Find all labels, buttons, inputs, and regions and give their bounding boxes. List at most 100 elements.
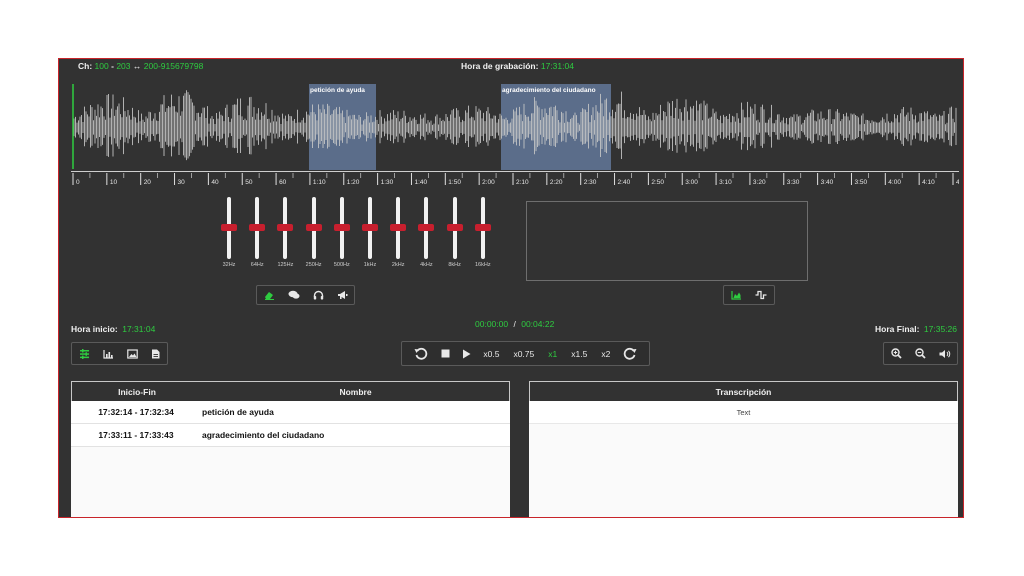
zoom-volume-toolbar	[883, 342, 958, 365]
forward-icon[interactable]	[623, 347, 637, 361]
image-icon[interactable]	[127, 348, 138, 359]
segment-range: 17:32:14 - 17:32:34	[98, 407, 174, 417]
column-header-name: Nombre	[339, 386, 372, 397]
channel-to: 200-915679798	[143, 61, 204, 71]
transcription-header: Transcripción	[529, 381, 958, 401]
rewind-icon[interactable]	[414, 347, 428, 361]
table-row[interactable]: 17:33:11 - 17:33:43 agradecimiento del ci…	[71, 424, 510, 447]
eq-slider[interactable]	[249, 197, 266, 259]
ruler-tick-label: 4:10	[922, 179, 935, 186]
speed-option[interactable]: x2	[601, 349, 610, 359]
ruler-tick-label: 4:00	[888, 179, 901, 186]
eq-slider-knob[interactable]	[446, 224, 463, 231]
view-toolbar	[71, 342, 168, 365]
eq-slider[interactable]	[446, 197, 463, 259]
transcription-text[interactable]: Text	[529, 401, 958, 424]
channel-ext: 203	[116, 61, 131, 71]
eq-slider-knob[interactable]	[277, 224, 294, 231]
eq-slider[interactable]	[277, 197, 294, 259]
ruler-tick-label: 3:30	[787, 179, 800, 186]
ruler-tick-label: 2:30	[584, 179, 597, 186]
ruler-tick-label: 1:30	[381, 179, 394, 186]
eq-band-label: 4kHz	[420, 262, 433, 268]
ruler-tick-label: 3:40	[821, 179, 834, 186]
time-ruler: 0 10 20 30 40 50 60 1:10 1:20 1:30 1:40 1:50 2:00 2:1…	[71, 171, 959, 186]
bar-chart-icon[interactable]	[103, 349, 114, 359]
ruler-tick-label: 60	[279, 179, 287, 186]
segments-table-header: Inicio-Fin Nombre	[71, 381, 510, 401]
channel-info: Ch: 100 - 203 ↔ 200-915679798	[78, 61, 203, 71]
eq-band-label: 32Hz	[222, 262, 236, 268]
ruler-tick-label: 3:10	[719, 179, 732, 186]
ruler-tick-label: 10	[110, 179, 118, 186]
ruler-tick-label: 3:20	[753, 179, 766, 186]
segments-table: Inicio-Fin Nombre 17:32:14 - 17:32:34 pet…	[71, 381, 510, 517]
end-time-label: Hora Final:	[875, 324, 920, 334]
segment-name: agradecimiento del ciudadano	[202, 430, 325, 440]
spectrum-display	[526, 201, 808, 281]
eq-slider-knob[interactable]	[249, 224, 266, 231]
eq-band-label: 1kHz	[363, 262, 377, 268]
speed-option[interactable]: x0.5	[483, 349, 499, 359]
area-chart-icon[interactable]	[731, 290, 742, 300]
ruler-tick-label: 1:10	[313, 179, 326, 186]
ruler-tick-label: 2:20	[550, 179, 563, 186]
start-time-value: 17:31:04	[122, 324, 156, 334]
current-time: 00:00:00	[475, 319, 509, 329]
speed-option[interactable]: x1.5	[571, 349, 587, 359]
ruler-tick-label: 30	[178, 179, 186, 186]
speed-option[interactable]: x0.75	[513, 349, 534, 359]
spectrum-toolbar	[723, 285, 775, 305]
ruler-tick-label: 1:40	[414, 179, 427, 186]
volume-icon[interactable]	[939, 349, 951, 359]
channel-from: 100	[94, 61, 109, 71]
transcription-panel: Transcripción Text	[529, 381, 958, 517]
eq-band-label: 250Hz	[305, 262, 322, 268]
ruler-tick-label: 3:50	[854, 179, 867, 186]
comments-icon[interactable]	[288, 290, 300, 300]
ruler-tick-label: 3:00	[685, 179, 698, 186]
ruler-tick-label: 50	[245, 179, 253, 186]
file-icon[interactable]	[151, 349, 160, 359]
headphones-icon[interactable]	[313, 290, 324, 300]
eq-slider[interactable]	[418, 197, 435, 259]
channel-dash: -	[111, 61, 114, 71]
eq-slider[interactable]	[305, 197, 322, 259]
ruler-tick-label: 4	[956, 179, 959, 186]
total-time: 00:04:22	[521, 319, 555, 329]
zoom-in-icon[interactable]	[890, 348, 902, 359]
ruler-tick-label: 20	[144, 179, 152, 186]
start-time-label: Hora inicio:	[71, 324, 118, 334]
end-time: Hora Final: 17:35:26	[875, 319, 957, 337]
eq-band-label: 2kHz	[391, 262, 405, 268]
eq-slider[interactable]	[390, 197, 407, 259]
eq-slider-knob[interactable]	[418, 224, 435, 231]
eq-slider[interactable]	[362, 197, 378, 259]
ruler-tick-label: 1:20	[347, 179, 360, 186]
eq-slider-knob[interactable]	[221, 224, 237, 231]
eq-slider-knob[interactable]	[390, 224, 407, 231]
waveform[interactable]: petición de ayuda agradecimiento del ciu…	[71, 81, 959, 176]
play-icon[interactable]	[462, 349, 471, 359]
eq-slider-knob[interactable]	[474, 224, 491, 231]
speed-option[interactable]: x1	[548, 349, 557, 359]
ruler-tick-label: 2:50	[651, 179, 664, 186]
bullhorn-icon[interactable]	[337, 290, 348, 300]
ruler-tick-label: 2:00	[482, 179, 495, 186]
eq-slider-knob[interactable]	[333, 224, 350, 231]
eq-slider[interactable]	[474, 197, 491, 259]
table-row[interactable]: 17:32:14 - 17:32:34 petición de ayuda	[71, 401, 510, 424]
stop-icon[interactable]	[441, 349, 450, 358]
eq-slider-knob[interactable]	[362, 224, 378, 231]
signal-wave-icon[interactable]	[755, 290, 767, 300]
ruler-tick-label: 40	[211, 179, 219, 186]
recording-time: 17:31:04	[540, 61, 574, 71]
eq-slider[interactable]	[221, 197, 237, 259]
eq-slider-knob[interactable]	[305, 224, 322, 231]
eraser-icon[interactable]	[264, 290, 275, 300]
zoom-out-icon[interactable]	[914, 348, 926, 359]
eq-slider[interactable]	[333, 197, 350, 259]
player-controls: x0.5 x0.75 x1 x1.5 x2	[401, 341, 650, 366]
column-header-range: Inicio-Fin	[118, 386, 156, 397]
list-icon[interactable]	[79, 348, 90, 359]
